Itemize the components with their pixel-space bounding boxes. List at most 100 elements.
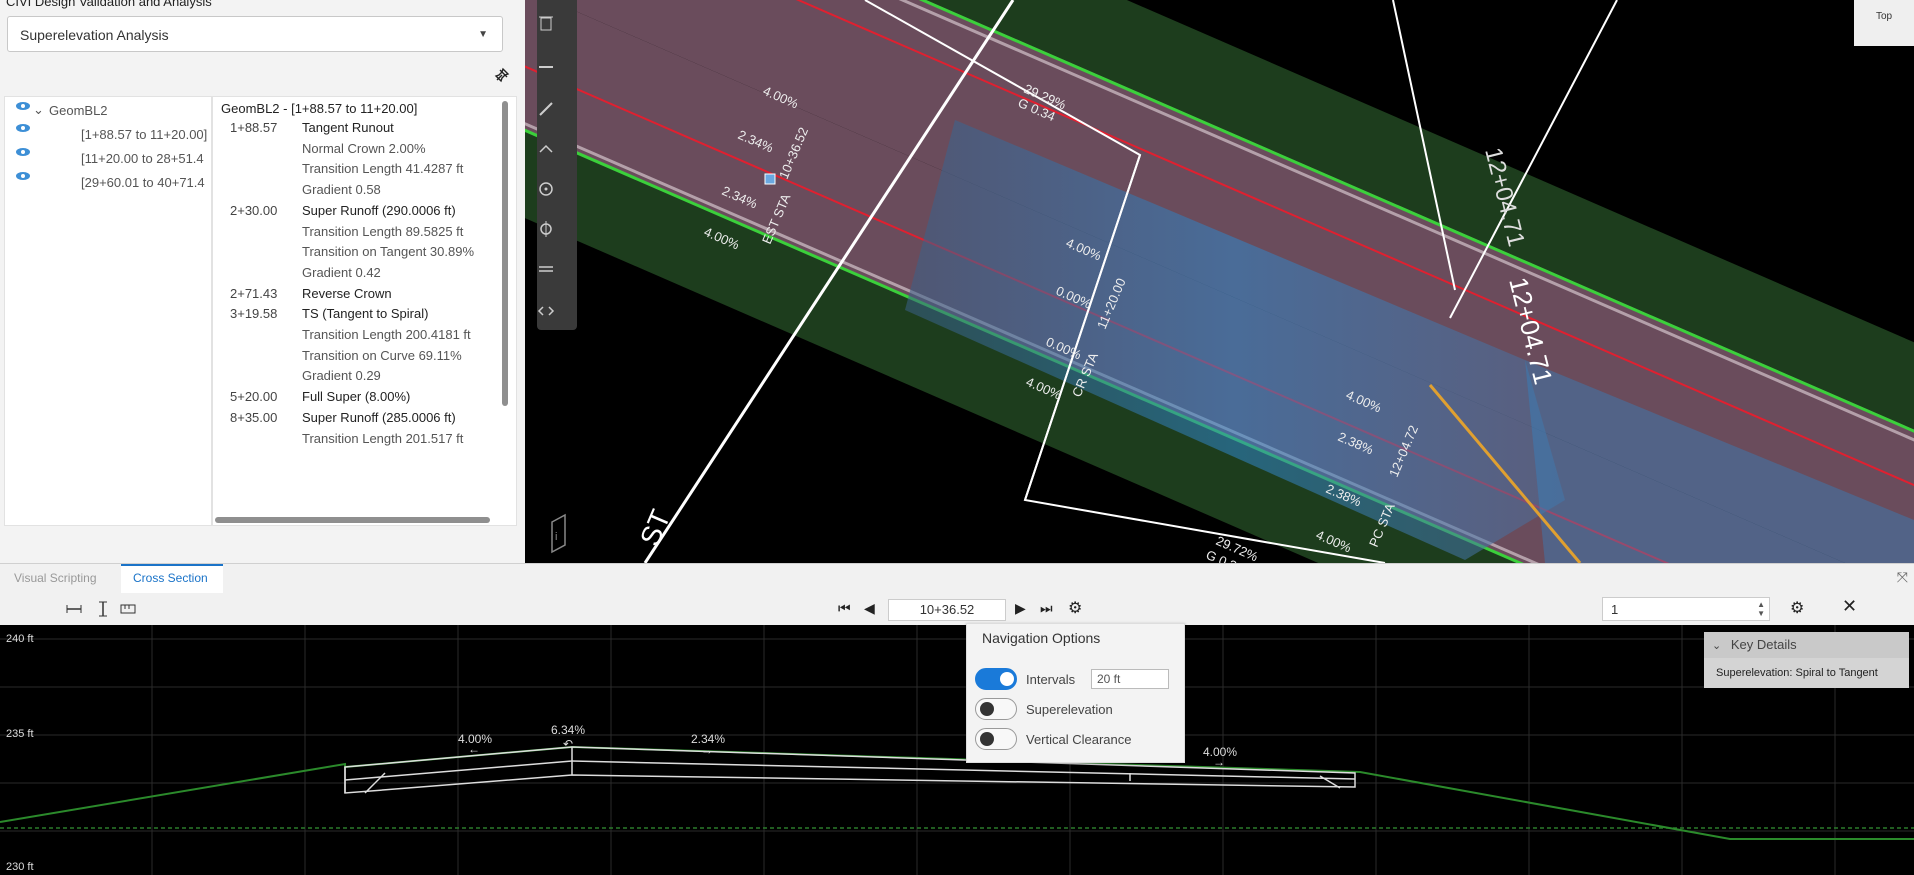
collapse-icon[interactable]: ⤧ — [1897, 569, 1908, 586]
ground-profile — [0, 745, 1914, 840]
detail-station: 5+20.00 — [230, 389, 278, 405]
close-icon[interactable]: ✕ — [1842, 596, 1857, 617]
station-marker[interactable] — [764, 173, 776, 185]
intervals-toggle[interactable] — [975, 668, 1017, 690]
gear-icon[interactable]: ⚙ — [1068, 598, 1082, 618]
detail-text: Transition Length 201.517 ft — [302, 430, 464, 446]
next-icon[interactable]: ▶ — [1015, 600, 1026, 617]
stepper-arrows-icon[interactable]: ▲ ▼ — [1757, 600, 1765, 618]
detail-text: Super Runoff (285.0006 ft) — [302, 409, 456, 425]
key-details-header[interactable]: ⌄ Key Details — [1704, 632, 1909, 658]
vertical-clearance-toggle[interactable] — [975, 728, 1017, 750]
delete-icon[interactable] — [537, 14, 555, 32]
chevron-down-icon: ⌄ — [1712, 640, 1722, 652]
elevation-label: 240 ft — [6, 633, 34, 645]
detail-station: 1+88.57 — [230, 120, 278, 135]
detail-text: Transition on Curve 69.11% — [302, 347, 462, 363]
key-details-text: Superelevation: Spiral to Tangent — [1716, 667, 1878, 679]
detail-text: Transition Length 200.4181 ft — [302, 327, 471, 342]
key-details-title: Key Details — [1730, 637, 1797, 652]
key-details-panel: ⌄ Key Details Superelevation: Spiral to … — [1704, 632, 1909, 688]
horizontal-scrollbar[interactable] — [215, 517, 490, 523]
tab-cross-section[interactable]: Cross Section — [133, 571, 208, 585]
station-input[interactable]: 10+36.52 — [888, 599, 1006, 621]
detail-title: GeomBL2 - [1+88.57 to 11+20.00] — [221, 101, 418, 116]
gear-icon[interactable]: ⚙ — [1790, 598, 1804, 618]
tree-root[interactable]: GeomBL2 — [49, 103, 108, 118]
detail-text: Super Runoff (290.0006 ft) — [302, 202, 456, 218]
detail-text: Reverse Crown — [302, 285, 392, 301]
elevation-label: 235 ft — [6, 728, 34, 740]
toggle-knob — [980, 732, 994, 746]
vertical-clearance-label: Vertical Clearance — [1026, 732, 1132, 747]
detail-text: Tangent Runout — [302, 120, 394, 135]
svg-text:i: i — [555, 531, 557, 543]
tree-item[interactable]: [11+20.00 to 28+51.4 — [81, 151, 213, 166]
page-value: 1 — [1611, 602, 1619, 617]
detail-text: Transition Length 41.4287 ft — [302, 161, 464, 177]
left-panel: CIVI Design Validation and Analysis Supe… — [0, 0, 525, 563]
arrow-left-icon: ← — [468, 742, 480, 756]
eye-icon[interactable] — [15, 123, 31, 133]
tab-visual-scripting[interactable]: Visual Scripting — [14, 571, 97, 585]
eye-icon[interactable] — [15, 147, 31, 157]
chevron-up-icon[interactable] — [537, 140, 555, 158]
toggle-knob — [1000, 672, 1014, 686]
popup-title: Navigation Options — [982, 630, 1101, 646]
eye-icon[interactable] — [15, 101, 31, 111]
detail-station: 2+30.00 — [230, 202, 278, 218]
eye-icon[interactable] — [15, 171, 31, 181]
superelevation-label: Superelevation — [1026, 702, 1113, 717]
grid — [0, 625, 1914, 875]
street-label: ST — [634, 505, 677, 550]
slope-label: 6.34% — [551, 723, 586, 737]
chevron-down-icon: ▼ — [478, 29, 488, 40]
toggle-knob — [980, 702, 994, 716]
detail-station: 8+35.00 — [230, 409, 278, 425]
detail-panel: GeomBL2 - [1+88.57 to 11+20.00] 1+88.57 T… — [212, 96, 517, 526]
detail-text: Gradient 0.58 — [302, 182, 381, 198]
pencil-icon[interactable] — [537, 100, 555, 118]
view-cube[interactable]: Top — [1854, 0, 1914, 46]
detail-station: 2+71.43 — [230, 285, 278, 301]
page-stepper[interactable]: 1 ▲ ▼ — [1602, 597, 1770, 621]
analysis-dropdown[interactable]: Superelevation Analysis ▼ — [7, 16, 503, 52]
previous-icon[interactable]: ◀ — [864, 600, 875, 617]
pin-icon[interactable] — [493, 66, 511, 84]
chevron-down-icon[interactable]: ⌄ — [33, 102, 44, 118]
dropdown-value: Superelevation Analysis — [20, 27, 169, 43]
tree-item[interactable]: [1+88.57 to 11+20.00] — [81, 127, 213, 142]
navigation-options-popup: Navigation Options Intervals 20 ft Super… — [966, 623, 1185, 763]
tree-item[interactable]: [29+60.01 to 40+71.4 — [81, 175, 213, 190]
cross-section-view[interactable]: 240 ft 235 ft 230 ft 4.00% ← 6.34% ↶ 2.3… — [0, 625, 1914, 875]
steering-icon[interactable] — [537, 180, 555, 198]
arrow-right-icon: → — [1213, 755, 1225, 769]
compass-icon[interactable]: i — [551, 513, 566, 554]
plan-drawing: 4.00% 2.34% 2.34% 4.00% 10+36.52 EST STA… — [525, 0, 1914, 563]
cross-section-drawing — [0, 625, 1914, 875]
detail-station: 3+19.58 — [230, 306, 278, 322]
detail-text: Transition on Tangent 30.89% — [302, 244, 475, 260]
vertical-scrollbar[interactable] — [502, 101, 508, 406]
plan-view[interactable]: 4.00% 2.34% 2.34% 4.00% 10+36.52 EST STA… — [525, 0, 1914, 563]
target-icon[interactable] — [537, 220, 555, 238]
detail-text: TS (Tangent to Spiral) — [302, 306, 429, 322]
fit-width-icon[interactable] — [66, 601, 82, 617]
cross-section-toolbar: ⏮ ◀ 10+36.52 ▶ ⏭ ⚙ 1 ▲ ▼ ⚙ ✕ — [0, 593, 1914, 625]
last-icon[interactable]: ⏭ — [1040, 600, 1053, 617]
plan-toolbar — [537, 0, 577, 330]
fit-height-icon[interactable] — [95, 601, 111, 617]
superelevation-toggle[interactable] — [975, 698, 1017, 720]
detail-text: Gradient 0.29 — [302, 368, 381, 384]
road-icon[interactable] — [537, 58, 555, 76]
first-icon[interactable]: ⏮ — [838, 600, 851, 617]
rotate-icon: ↶ — [563, 737, 574, 751]
elevation-label: 230 ft — [6, 861, 34, 873]
detail-text: Full Super (8.00%) — [302, 389, 411, 405]
ruler-icon[interactable] — [120, 601, 136, 617]
bottom-tabs: Visual Scripting Cross Section ⤧ — [0, 563, 1914, 594]
layers-icon[interactable] — [537, 260, 555, 278]
panel-title: CIVI Design Validation and Analysis — [6, 0, 212, 9]
intervals-input[interactable]: 20 ft — [1091, 669, 1169, 689]
code-icon[interactable] — [537, 302, 555, 320]
